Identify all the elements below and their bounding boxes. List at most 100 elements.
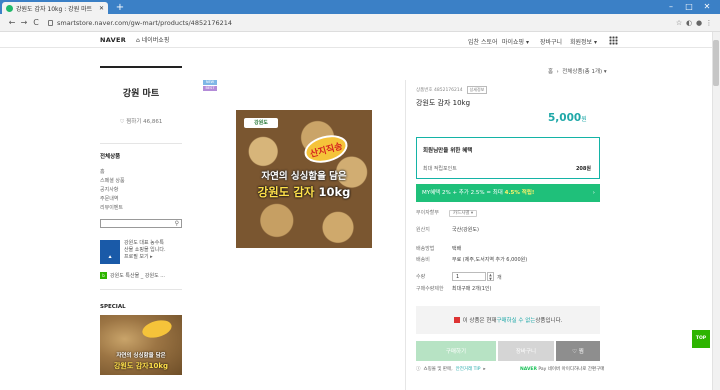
tab-title: 강원도 감자 10kg : 강원 마트 (16, 5, 93, 13)
benefit-title: 회원님만을 위한 혜택 (423, 148, 473, 154)
my-benefit-banner[interactable]: MY혜택 2% + 추가 2.5% = 최대 4.5% 적립! › (416, 184, 600, 202)
shopping-home-link[interactable]: ⌂ 네이버쇼핑 (136, 35, 169, 44)
row-label: 구매수량제한 (416, 286, 444, 292)
wish-button[interactable]: ♡ 찜 (556, 341, 600, 361)
quantity-input[interactable]: 1 (452, 272, 486, 281)
detail-tag[interactable]: 상세정보 (466, 86, 488, 94)
partner-box: ⛰ 강원도 대표 농수특 산물 쇼핑몰 입니다. 프로필 보기 ▸ (100, 240, 182, 264)
special-product-thumbnail[interactable]: 자연의 싱싱함을 담은 강원도 감자10kg (100, 315, 182, 375)
band-icon: b (100, 272, 107, 279)
row-label: 무이자할부 (416, 210, 440, 216)
store-name[interactable]: 강원 마트 (100, 86, 182, 99)
category-title[interactable]: 전체상품 (100, 152, 182, 160)
reload-button[interactable]: C (30, 18, 42, 27)
breadcrumb-home[interactable]: 홈 (548, 69, 553, 75)
product-number: 상품번호 4852176214 (416, 88, 463, 93)
category-item[interactable]: 홈 (100, 168, 182, 175)
nav-myshopping[interactable]: 마이쇼핑 ▾ (502, 37, 529, 46)
partner-line1: 강원도 대표 농수특 (124, 240, 164, 246)
nav-cart[interactable]: 장바구니 (540, 37, 562, 46)
row-label: 수량 (416, 274, 426, 280)
category-item[interactable]: 공지사항 (100, 186, 182, 193)
address-bar: ← → C smartstore.naver.com/gw-mart/produ… (0, 14, 720, 32)
row-value: 최대구매 2개(1인) (452, 286, 492, 292)
account-icon[interactable]: ● (694, 18, 704, 28)
search-icon[interactable]: ⚲ (175, 220, 179, 227)
maximize-button[interactable]: □ (682, 2, 696, 12)
image-line2: 강원도 감자 10kg (257, 185, 351, 199)
forward-button[interactable]: → (18, 18, 30, 27)
store-search-input[interactable]: ⚲ (100, 219, 182, 228)
partner-profile-link[interactable]: 프로필 보기 ▸ (124, 254, 166, 261)
url-field[interactable]: smartstore.naver.com/gw-mart/products/48… (48, 19, 232, 27)
burst-shape (140, 317, 174, 341)
close-window-button[interactable]: ✕ (700, 2, 714, 12)
product-main-image[interactable]: 강원도 산지직송 자연의 싱싱함을 담은 강원도 감자 10kg (236, 110, 372, 248)
nav-member[interactable]: 회원정보 ▾ (570, 37, 597, 46)
image-brand-tag: 강원도 (244, 118, 278, 128)
band-link[interactable]: b 강원도 특산물 _ 강원도 ... (100, 272, 182, 279)
store-sidebar: 강원 마트 ♡ 찜하기 46,861 전체상품 홈 스페셜 상품 공지사항 주문… (100, 66, 182, 390)
product-badges: NEW BEST (203, 80, 217, 92)
partner-line2: 산물 쇼핑몰 입니다. (124, 247, 166, 253)
special-title: SPECIAL (100, 304, 126, 310)
image-line1: 자연의 싱싱함을 담은 (261, 171, 347, 182)
sidebar-divider (100, 289, 182, 290)
benefit-value: 208원 (575, 166, 591, 172)
product-price: 5,000원 (548, 112, 587, 124)
quantity-stepper[interactable]: ▲ ▼ (487, 272, 494, 281)
scrollbar-thumb[interactable] (713, 40, 719, 86)
extension-icon[interactable]: ◐ (684, 18, 694, 28)
purchase-limit-row: 구매수량제한 최대구매 2개(1인) (416, 285, 491, 292)
browser-tab[interactable]: 강원도 감자 10kg : 강원 마트 ✕ (2, 2, 108, 14)
installment-select[interactable]: 카드사별 ▾ (448, 210, 478, 217)
row-label: 원산지 (416, 227, 430, 233)
sidebar-divider (100, 143, 182, 144)
nav-store[interactable]: 입찬 스토어 (468, 37, 498, 46)
naver-pay-info: NAVER Pay 네이버 아이디하나로 간편구매 (520, 367, 605, 372)
site-header: NAVER ⌂ 네이버쇼핑 (0, 32, 712, 48)
member-benefit-box: 회원님만을 위한 혜택 최대 적립포인트 208원 (416, 137, 600, 179)
shipping-fee-row: 배송비 무료 (제주,도서지역 추가 6,000원) (416, 256, 527, 263)
special-line2: 강원도 감자10kg (113, 362, 169, 370)
badge-new: NEW (203, 80, 217, 85)
category-item[interactable]: 스페셜 상품 (100, 177, 182, 184)
favicon-icon (6, 4, 13, 12)
url-text: smartstore.naver.com/gw-mart/products/48… (57, 18, 233, 27)
image-burst: 산지직송 (301, 130, 351, 168)
category-item[interactable]: 리뷰이벤트 (100, 204, 182, 211)
installment-row: 무이자할부 카드사별 ▾ (416, 209, 478, 217)
breadcrumb-category[interactable]: 전체상품(총 1개) ▾ (562, 69, 606, 75)
new-tab-button[interactable]: + (114, 2, 126, 14)
minimize-button[interactable]: – (664, 2, 678, 12)
back-button[interactable]: ← (6, 18, 18, 27)
sidebar-top-line (100, 66, 182, 68)
row-label: 배송비 (416, 257, 430, 263)
category-item[interactable]: 주문내역 (100, 195, 182, 202)
product-meta: 상품번호 4852176214 상세정보 (416, 86, 488, 94)
info-icon: ⓘ (416, 367, 421, 372)
quantity-unit: 개 (497, 275, 502, 281)
breadcrumb: 홈 › 전체상품(총 1개) ▾ (548, 69, 607, 75)
buy-button[interactable]: 구매하기 (416, 341, 496, 361)
browser-tab-bar (0, 0, 720, 14)
unavailable-notice: 이 상품은 현재 구매하실 수 없는 상품입니다. (416, 306, 600, 334)
quantity-row: 수량 (416, 273, 425, 280)
scroll-top-button[interactable]: TOP (692, 330, 710, 348)
badge-best: BEST (203, 86, 217, 91)
menu-icon[interactable]: ⋮ (704, 18, 714, 28)
row-value: 택배 (452, 246, 462, 252)
row-label: 배송방법 (416, 246, 435, 252)
apps-grid-icon[interactable] (609, 36, 618, 45)
cart-button[interactable]: 장바구니 (498, 341, 554, 361)
benefit-label: 최대 적립포인트 (423, 166, 457, 172)
safe-trade-tip[interactable]: ⓘ 쇼핑몰 및 판매, 안전거래 TIP ▸ (416, 366, 486, 373)
favorite-store[interactable]: ♡ 찜하기 46,861 (100, 117, 182, 125)
lock-icon (48, 19, 53, 26)
row-value: 국산(강원도) (452, 227, 479, 233)
tab-close-icon[interactable]: ✕ (99, 5, 104, 12)
naver-logo[interactable]: NAVER (100, 36, 126, 44)
star-icon[interactable]: ☆ (674, 18, 684, 28)
partner-logo[interactable]: ⛰ (100, 240, 120, 264)
shipping-method-row: 배송방법 택배 (416, 245, 461, 252)
